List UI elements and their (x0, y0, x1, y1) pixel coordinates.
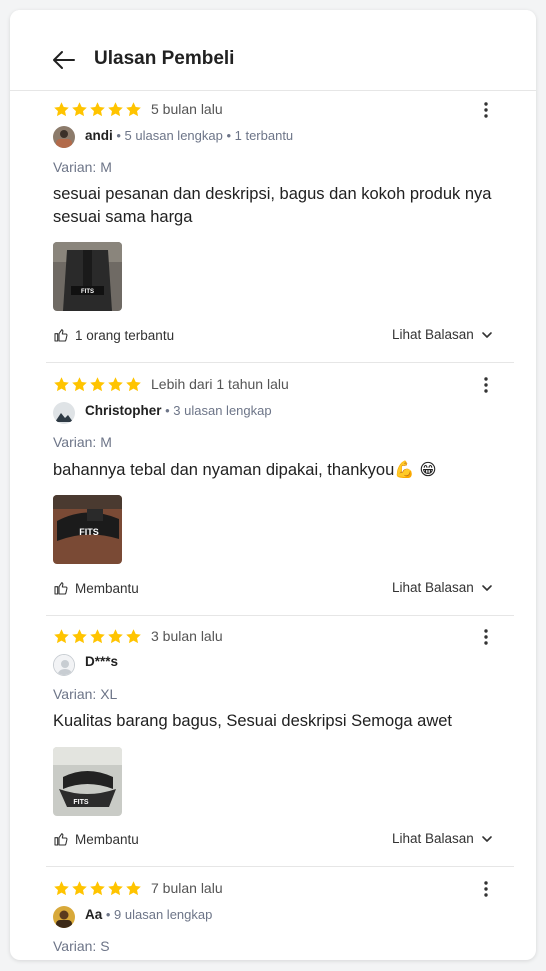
more-options-icon[interactable] (476, 879, 496, 899)
reviewer-info: andi • 5 ulasan lengkap • 1 terbantu (85, 128, 293, 143)
view-reply-label: Lihat Balasan (392, 580, 474, 595)
divider (46, 866, 514, 867)
photo-brand-label: FITS (79, 527, 99, 537)
avatar (53, 402, 75, 424)
reviewer-meta: • 9 ulasan lengkap (102, 907, 213, 922)
star-icon (89, 628, 106, 645)
star-rating (53, 628, 142, 645)
star-icon (107, 376, 124, 393)
page-title: Ulasan Pembeli (94, 48, 235, 69)
back-button[interactable] (50, 46, 78, 74)
helpful-label: Membantu (75, 831, 139, 847)
reviewer-info: D***s (85, 654, 118, 669)
more-options-icon[interactable] (476, 627, 496, 647)
back-arrow-icon (53, 51, 75, 69)
star-icon (89, 101, 106, 118)
variant-label: Varian: XL (53, 686, 118, 702)
reviewer-info: Aa • 9 ulasan lengkap (85, 907, 212, 922)
star-icon (71, 880, 88, 897)
chevron-down-icon (480, 581, 494, 595)
star-rating (53, 376, 142, 393)
star-icon (125, 376, 142, 393)
helpful-button[interactable]: 1 orang terbantu (53, 327, 174, 343)
more-options-icon[interactable] (476, 100, 496, 120)
review-photo[interactable]: FITS (53, 495, 122, 564)
variant-label: Varian: S (53, 938, 110, 954)
helpful-label: 1 orang terbantu (75, 327, 175, 343)
helpful-button[interactable]: Membantu (53, 831, 139, 847)
chevron-down-icon (480, 328, 494, 342)
view-reply-button[interactable]: Lihat Balasan (392, 580, 494, 595)
review-photo[interactable]: FITS (53, 242, 122, 311)
star-icon (125, 880, 142, 897)
variant-label: Varian: M (53, 434, 112, 450)
chevron-down-icon (480, 832, 494, 846)
divider (46, 615, 514, 616)
star-icon (53, 376, 70, 393)
helpful-button[interactable]: Membantu (53, 580, 139, 596)
star-icon (53, 101, 70, 118)
star-icon (89, 376, 106, 393)
thumbs-up-icon (53, 327, 69, 343)
header: Ulasan Pembeli (10, 10, 536, 91)
star-icon (71, 376, 88, 393)
star-icon (53, 880, 70, 897)
reviewer-meta: • 3 ulasan lengkap (161, 403, 272, 418)
star-icon (53, 628, 70, 645)
star-icon (107, 880, 124, 897)
divider (46, 362, 514, 363)
reviewer-name[interactable]: Christopher (85, 403, 162, 418)
avatar (53, 126, 75, 148)
star-icon (125, 628, 142, 645)
photo-brand-label: FITS (73, 799, 88, 806)
photo-brand-label: FITS (81, 289, 94, 295)
thumbs-up-icon (53, 580, 69, 596)
reviewer-meta: • 5 ulasan lengkap • 1 terbantu (112, 128, 294, 143)
helpful-label: Membantu (75, 580, 139, 596)
review-photo[interactable]: FITS (53, 747, 122, 816)
star-icon (71, 628, 88, 645)
avatar (53, 906, 75, 928)
review-date: 5 bulan lalu (151, 101, 223, 117)
star-rating (53, 101, 142, 118)
view-reply-button[interactable]: Lihat Balasan (392, 327, 494, 342)
view-reply-button[interactable]: Lihat Balasan (392, 831, 494, 846)
thumbs-up-icon (53, 831, 69, 847)
star-icon (71, 101, 88, 118)
view-reply-label: Lihat Balasan (392, 831, 474, 846)
review-text: Kualitas barang bagus, Sesuai deskripsi … (53, 712, 452, 730)
reviewer-name[interactable]: andi (85, 128, 113, 143)
reviewer-info: Christopher • 3 ulasan lengkap (85, 403, 272, 418)
star-icon (107, 628, 124, 645)
star-icon (107, 101, 124, 118)
review-text: sesuai pesanan dan deskripsi, bagus dan … (53, 185, 492, 226)
review-date: 3 bulan lalu (151, 628, 223, 644)
review-date: 7 bulan lalu (151, 880, 223, 896)
more-options-icon[interactable] (476, 375, 496, 395)
review-date: Lebih dari 1 tahun lalu (151, 376, 289, 392)
star-icon (89, 880, 106, 897)
reviewer-name[interactable]: Aa (85, 907, 102, 922)
reviewer-name[interactable]: D***s (85, 654, 118, 669)
star-rating (53, 880, 142, 897)
star-icon (125, 101, 142, 118)
variant-label: Varian: M (53, 159, 112, 175)
view-reply-label: Lihat Balasan (392, 327, 474, 342)
review-text: bahannya tebal dan nyaman dipakai, thank… (53, 461, 437, 479)
avatar (53, 654, 75, 676)
reviews-card: Ulasan Pembeli 5 bulan lalu andi • 5 ula… (10, 10, 536, 960)
